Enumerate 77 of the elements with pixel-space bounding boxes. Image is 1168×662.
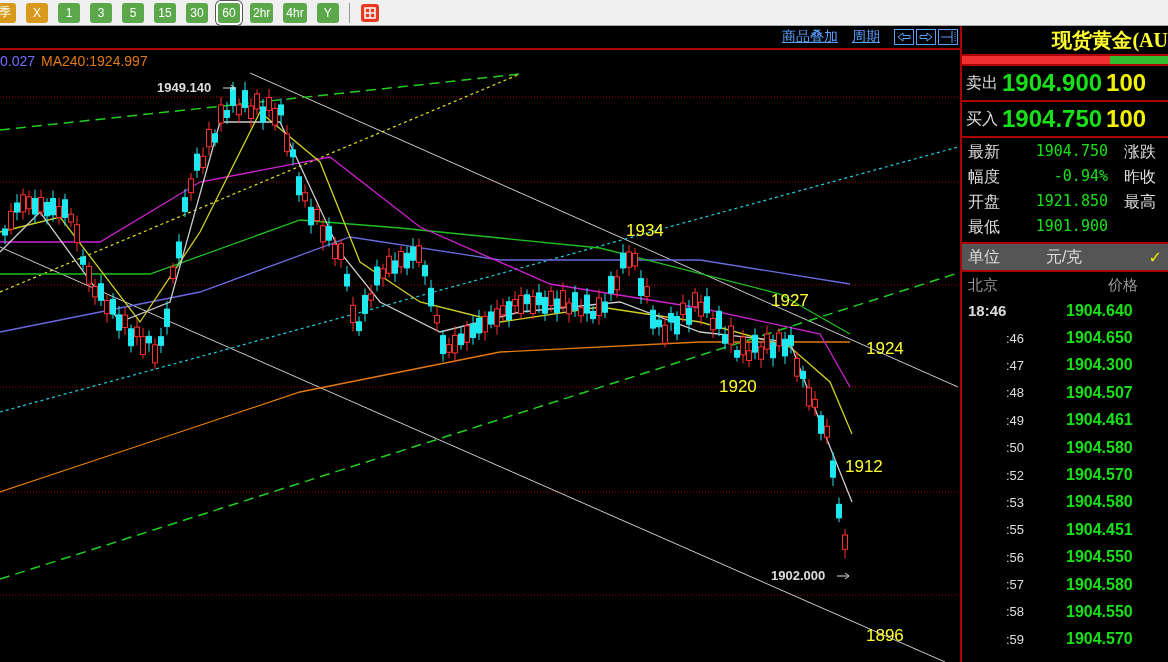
tick-price: 1904.580 xyxy=(1066,575,1133,594)
instrument-title: 现货黄金(AU xyxy=(1052,27,1168,54)
left-arrow-icon[interactable] xyxy=(894,29,914,45)
column-header: 价格 xyxy=(1108,276,1138,295)
tick-time: :55 xyxy=(1004,522,1024,538)
timeframe-button[interactable]: 1 xyxy=(58,2,80,23)
tick-price: 1904.451 xyxy=(1066,520,1133,539)
tick-time: :49 xyxy=(1004,412,1024,428)
stat-value: 1904.750 xyxy=(1034,142,1108,162)
menu-link[interactable]: 周期 xyxy=(852,28,880,46)
stat-value: -0.94% xyxy=(1052,167,1108,187)
price-label: 1934 xyxy=(626,221,664,240)
menu-link[interactable]: 商品叠加 xyxy=(782,28,838,46)
tick-price: 1904.580 xyxy=(1066,438,1133,457)
tick-time: :57 xyxy=(1004,577,1024,593)
indicator-value: MA240:1924.997 xyxy=(41,53,148,69)
tick-price: 1904.300 xyxy=(1066,356,1133,375)
arrow-icon xyxy=(222,84,236,92)
stat-label: 最低 xyxy=(968,217,1001,237)
timeframe-button[interactable]: 2hr xyxy=(250,2,274,23)
tick-time: :46 xyxy=(1004,330,1024,346)
tick-price: 1904.550 xyxy=(1066,548,1133,567)
price-label: 1902.000 xyxy=(771,568,826,583)
tick-price: 1904.550 xyxy=(1066,603,1133,621)
quote-label: 卖出 xyxy=(966,72,998,93)
tick-time: :56 xyxy=(1004,549,1024,565)
panel-icon[interactable] xyxy=(938,29,958,45)
quote-volume: 100 xyxy=(1106,69,1147,97)
timeframe-button[interactable]: 15 xyxy=(154,2,176,23)
right-arrow-icon[interactable] xyxy=(916,29,936,45)
tick-price: 1904.570 xyxy=(1066,630,1133,649)
timeframe-button[interactable]: 4hr xyxy=(283,2,307,23)
stat-value: 1921.850 xyxy=(1034,192,1108,212)
stat-label: 开盘 xyxy=(968,192,1001,212)
tick-price: 1904.580 xyxy=(1066,493,1133,512)
tick-price: 1904.570 xyxy=(1066,466,1133,485)
timeframe-button[interactable]: 30 xyxy=(186,2,208,23)
tick-time: :59 xyxy=(1004,631,1024,647)
timeframe-button[interactable]: 3 xyxy=(90,2,112,23)
price-label: 1924 xyxy=(866,339,904,358)
tick-time: :58 xyxy=(1004,604,1024,620)
unit-label: 单位 xyxy=(968,246,1000,267)
tick-time: 18:46 xyxy=(967,302,1008,320)
stat-label: 最新 xyxy=(968,142,1001,162)
tick-time: :47 xyxy=(1004,357,1024,373)
unit-row[interactable]: 单位 元/克 ✓ xyxy=(962,242,1168,272)
tick-time: :52 xyxy=(1004,467,1024,483)
price-label: 1949.140 xyxy=(157,80,212,95)
stat-label: 涨跌 xyxy=(1123,142,1157,162)
quote-label: 买入 xyxy=(966,108,998,129)
tick-price: 1904.461 xyxy=(1066,411,1133,430)
tick-time: :50 xyxy=(1004,440,1024,456)
quote-volume: 100 xyxy=(1106,105,1147,133)
column-header: 北京 xyxy=(968,276,998,295)
indicator-value: 0.027 xyxy=(0,53,36,69)
arrow-icon xyxy=(836,572,850,580)
timeframe-button[interactable]: 季 xyxy=(0,2,16,23)
grid-icon[interactable] xyxy=(359,2,380,23)
stat-label: 最高 xyxy=(1123,192,1157,212)
stat-label: 昨收 xyxy=(1123,167,1157,187)
tick-time: :48 xyxy=(1004,385,1024,401)
timeframe-button[interactable]: X xyxy=(26,2,48,23)
check-icon: ✓ xyxy=(1148,247,1162,267)
tick-time: :53 xyxy=(1004,494,1024,510)
timeframe-button[interactable]: 60 xyxy=(218,2,240,23)
timeframe-button[interactable]: 5 xyxy=(122,2,144,23)
tick-price: 1904.507 xyxy=(1066,383,1133,402)
tick-price: 1904.640 xyxy=(1066,301,1133,320)
quote-price: 1904.750 xyxy=(1002,105,1103,133)
tick-price: 1904.650 xyxy=(1066,329,1133,348)
timeframe-button[interactable]: Y xyxy=(316,2,339,23)
quote-price: 1904.900 xyxy=(1002,69,1103,97)
stat-label: 幅度 xyxy=(968,167,1001,187)
unit-value: 元/克 xyxy=(1046,246,1083,267)
price-label: 1912 xyxy=(845,457,883,476)
stat-value: 1901.900 xyxy=(1034,217,1108,237)
price-label: 1920 xyxy=(719,377,757,396)
